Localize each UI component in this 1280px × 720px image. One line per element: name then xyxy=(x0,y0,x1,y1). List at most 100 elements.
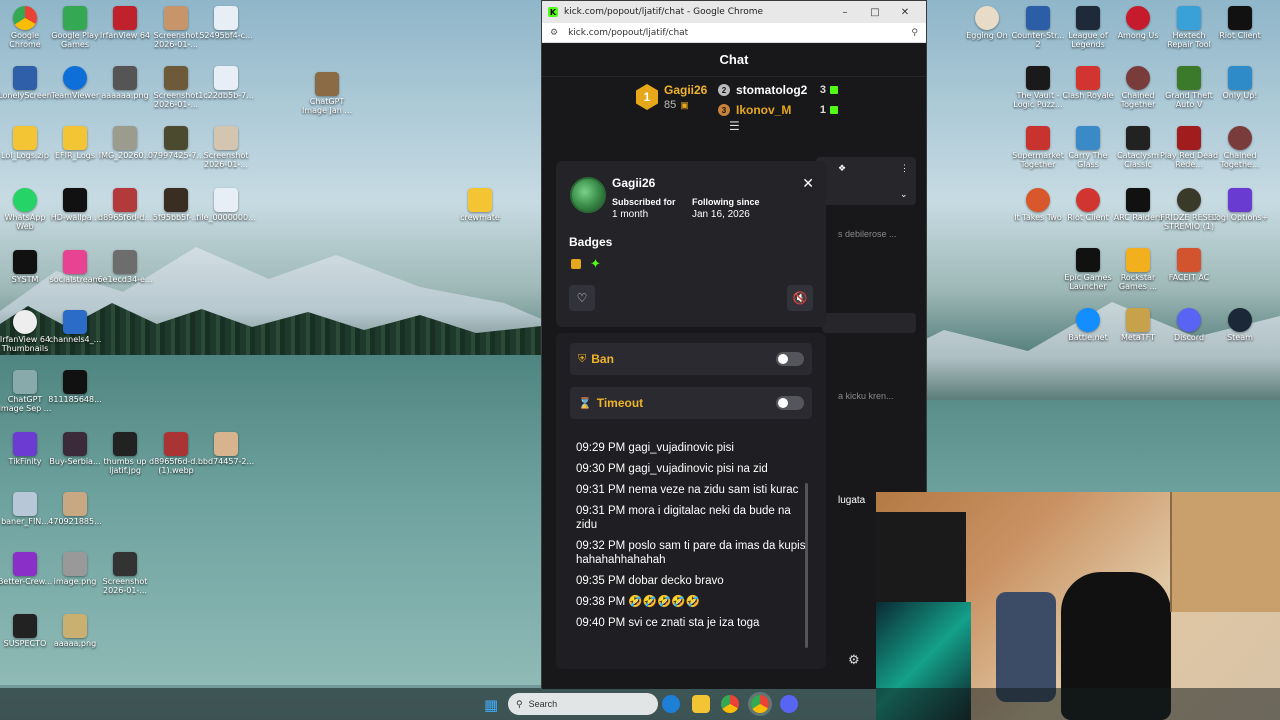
taskbar-search[interactable]: ⚲ Search xyxy=(508,693,658,715)
gift-icon xyxy=(830,86,838,94)
timeout-label: Timeout xyxy=(596,396,644,410)
desktop-icon-label: Cataclysm Classic xyxy=(1117,151,1159,169)
ban-toggle[interactable] xyxy=(776,352,804,366)
chrome-icon[interactable] xyxy=(721,695,739,713)
desktop-icon-label: Rockstar Games ... xyxy=(1118,273,1158,291)
hourglass-icon: ⌛ xyxy=(578,397,592,410)
site-settings-icon[interactable]: ⚙ xyxy=(550,28,558,38)
desktop-icon-label: image.png xyxy=(53,577,97,586)
desktop-icon-label: d8965f6d-d... xyxy=(97,213,152,222)
desktop-icon[interactable]: Screenshot 2026-01-... xyxy=(196,126,256,170)
desktop-icon[interactable]: Riot Client xyxy=(1210,6,1270,41)
desktop-icon-label: Screenshot 2026-01-... xyxy=(153,31,199,49)
desktop-icon-label: channels4_... xyxy=(48,335,102,344)
minimize-button[interactable]: – xyxy=(830,7,860,18)
desktop-icon-label: Hextech Repair Tool xyxy=(1167,31,1211,49)
maximize-button[interactable]: □ xyxy=(860,7,890,18)
shield-icon: ⛨ xyxy=(578,352,587,365)
zoom-icon[interactable]: ⚲ xyxy=(911,28,918,38)
desktop-icon[interactable]: channels4_... xyxy=(45,310,105,345)
leaderboard-first[interactable]: 1 Gagii26 85 ▣ xyxy=(636,83,707,111)
heart-icon[interactable]: ♡ xyxy=(569,285,595,311)
desktop-icon[interactable]: Chained Togethe... xyxy=(1210,126,1270,170)
close-window-button[interactable]: ✕ xyxy=(890,7,920,18)
edge-icon[interactable] xyxy=(662,695,680,713)
desktop-icon[interactable]: Steam xyxy=(1210,308,1270,343)
close-icon[interactable]: ✕ xyxy=(802,175,814,192)
moderation-panel: ⛨ Ban ⌛ Timeout 09:29 PM gagi_vujadinovi… xyxy=(556,333,826,669)
chrome-active-icon[interactable] xyxy=(751,695,769,713)
desktop-icon-label: Carry The Glass xyxy=(1068,151,1108,169)
desktop-icon-label: It Takes Two xyxy=(1014,213,1062,222)
desktop-icon-label: Counter-Str... 2 xyxy=(1011,31,1065,49)
more-options-icon[interactable]: ⋮ xyxy=(900,163,909,174)
desktop-icon[interactable]: Only Up! xyxy=(1210,66,1270,101)
desktop-icon[interactable]: 1c22db5b-7... xyxy=(196,66,256,101)
desktop-icon[interactable]: 811185648... xyxy=(45,370,105,405)
desktop-icon[interactable]: 52495bf4-c... xyxy=(196,6,256,41)
kick-favicon-icon: K xyxy=(548,7,558,17)
desktop-icon-label: Grand Theft Auto V xyxy=(1165,91,1213,109)
windows-start-icon[interactable]: ▦ xyxy=(484,696,498,714)
timeout-toggle[interactable] xyxy=(776,396,804,410)
desktop-icon-label: 5f95bb5f-... xyxy=(152,213,200,222)
desktop-icon-label: Only Up! xyxy=(1222,91,1258,100)
desktop-icon-label: Among Us xyxy=(1117,31,1159,40)
leaderboard-second[interactable]: 2 stomatolog2 3 xyxy=(718,83,838,97)
message-history[interactable]: 09:29 PM gagi_vujadinovic pisi 09:30 PM … xyxy=(576,441,806,637)
leaderboard-third[interactable]: 3 Ikonov_M 1 xyxy=(718,103,838,117)
search-placeholder: Search xyxy=(528,699,558,709)
desktop-icon-label: 6e1ecd34-e... xyxy=(97,275,153,284)
desktop-icon[interactable]: file_0000000... xyxy=(196,188,256,223)
desktop-icon-label: ChatGPT Image Sep ... xyxy=(0,395,52,413)
desktop-icon-label: Battle.net xyxy=(1068,333,1108,342)
pin-icon[interactable]: ❖ xyxy=(838,163,846,174)
gear-icon[interactable]: ⚙ xyxy=(848,653,860,668)
webcam-cabinet xyxy=(1170,492,1280,612)
history-message: 09:31 PM nema veze na zidu sam isti kura… xyxy=(576,484,799,496)
desktop-icon-label: FACEIT AC xyxy=(1168,273,1210,282)
desktop-icon[interactable]: ChatGPT Image Jan ... xyxy=(297,72,357,116)
expand-chevron-icon[interactable]: ⌄ xyxy=(900,189,908,200)
history-message: 09:30 PM gagi_vujadinovic pisi na zid xyxy=(576,463,768,475)
desktop-icon-label: Lol_Logs.zip xyxy=(1,151,49,160)
history-scrollbar[interactable] xyxy=(805,483,808,648)
chrome-window: K kick.com/popout/ljatif/chat - Google C… xyxy=(541,0,927,689)
address-bar[interactable]: ⚙ kick.com/popout/ljatif/chat ⚲ xyxy=(542,23,926,43)
window-titlebar[interactable]: K kick.com/popout/ljatif/chat - Google C… xyxy=(542,1,926,23)
desktop-icon-label: IrfanView 64 xyxy=(99,31,151,40)
mute-icon[interactable]: 🔇 xyxy=(787,285,813,311)
desktop-icon[interactable]: crewmate xyxy=(450,188,510,223)
chat-snippet: s debilerose ... xyxy=(838,229,897,239)
desktop-icon-label: SYSTM xyxy=(11,275,39,284)
desktop-icon[interactable]: 470921885... xyxy=(45,492,105,527)
desktop-icon[interactable]: aaaaa.png xyxy=(45,614,105,649)
desktop-icon-label: IMG_20260... xyxy=(98,151,152,160)
desktop-icon[interactable]: 6e1ecd34-e... xyxy=(95,250,155,285)
window-title: kick.com/popout/ljatif/chat - Google Chr… xyxy=(564,7,764,17)
user-card: Gagii26 ✕ Subscribed for 1 month Followi… xyxy=(556,161,826,327)
desktop-icon-label: MetaTFT xyxy=(1120,333,1156,342)
desktop-icon-label: Supermarket Together xyxy=(1012,151,1064,169)
desktop-icon-label: Google Chrome xyxy=(9,31,41,49)
history-message: 09:32 PM poslo sam ti pare da imas da ku… xyxy=(576,540,806,566)
desktop-icon[interactable]: Logi Options+ xyxy=(1210,188,1270,223)
desktop-icon-label: 811185648... xyxy=(48,395,102,404)
desktop-icon-label: 1c22db5b-7... xyxy=(198,91,254,100)
desktop-icon-label: Clash Royale xyxy=(1062,91,1114,100)
file-explorer-icon[interactable] xyxy=(692,695,710,713)
desktop-icon[interactable]: Screenshot 2026-01-... xyxy=(95,552,155,596)
desktop-icon-label: aaaaaa.png xyxy=(101,91,149,100)
desktop-icon-label: crewmate xyxy=(460,213,500,222)
desktop-icon[interactable]: bbd74457-2... xyxy=(196,432,256,467)
collapse-leaderboard-icon[interactable]: ☰ xyxy=(729,119,740,133)
chat-snippet: a kicku kren... xyxy=(838,391,894,401)
desktop-icon-label: Screenshot 2026-01-... xyxy=(203,151,249,169)
desktop-icon[interactable]: FACEIT AC xyxy=(1159,248,1219,283)
discord-icon[interactable] xyxy=(780,695,798,713)
chat-row-highlight xyxy=(822,313,916,333)
desktop-icon-label: ARC Raiders xyxy=(1113,213,1163,222)
subscribed-value: 1 month xyxy=(612,209,649,220)
url-text[interactable]: kick.com/popout/ljatif/chat xyxy=(568,28,911,38)
desktop-icon-label: EFIR_Logs xyxy=(54,151,96,160)
